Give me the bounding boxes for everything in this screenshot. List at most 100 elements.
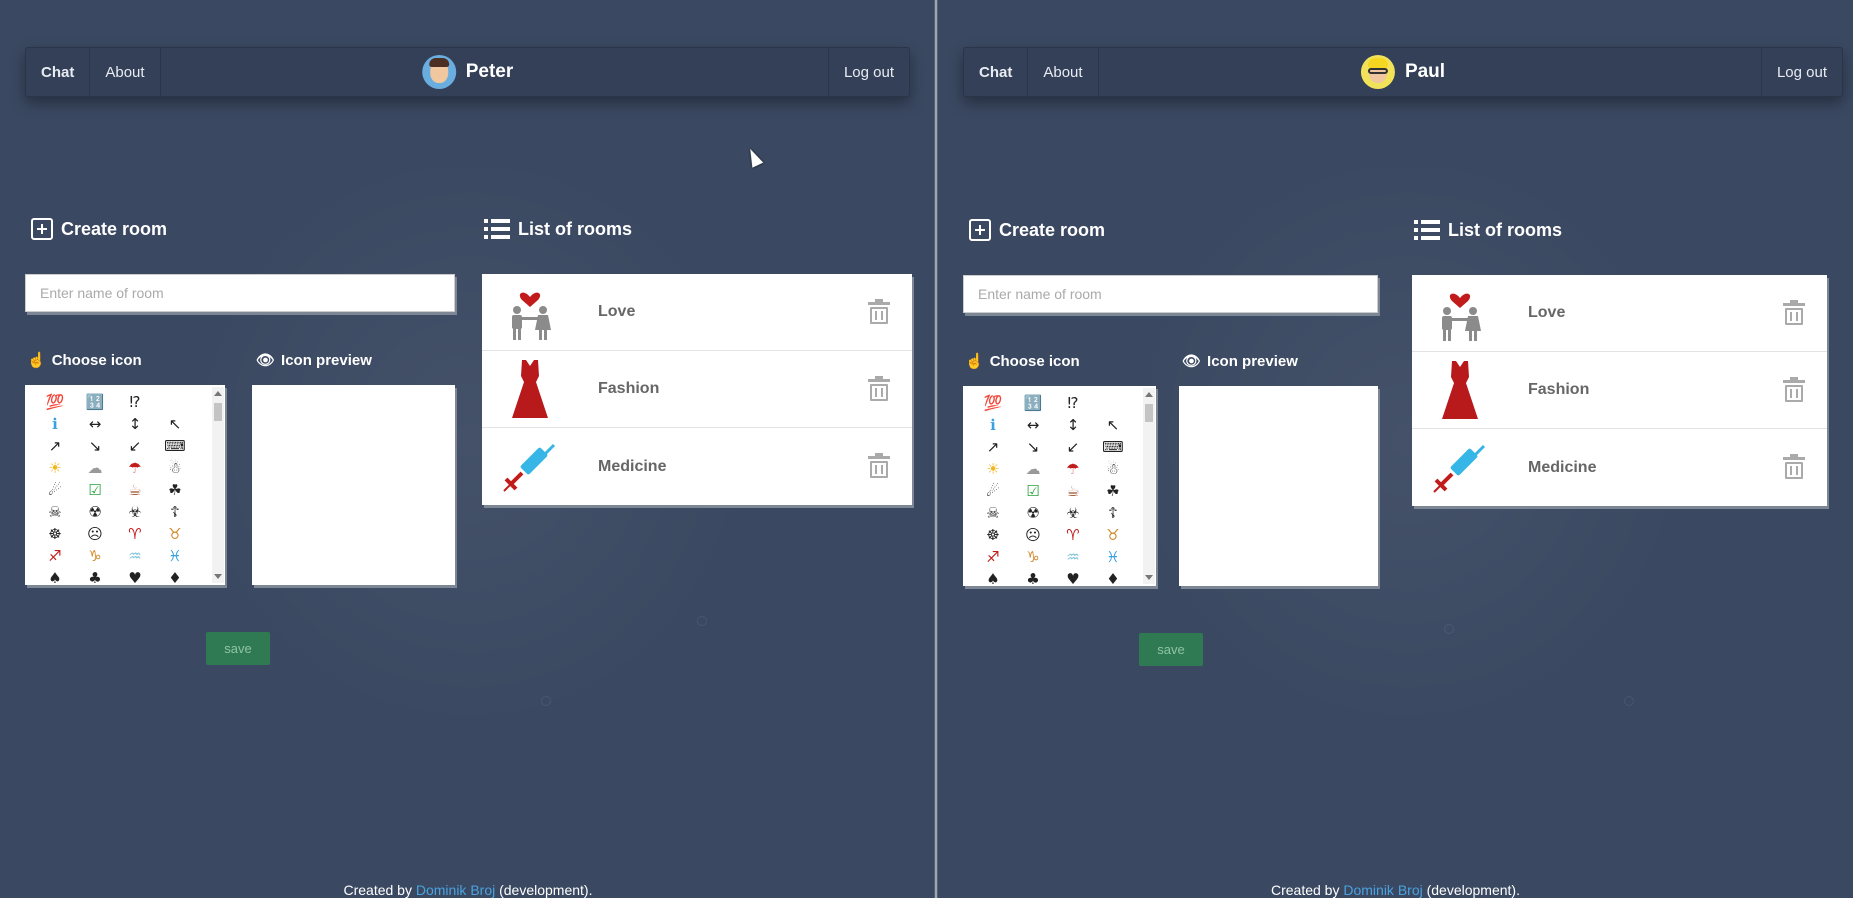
icon-chooser[interactable]: 💯 🔢 ⁉ ℹ ↔ ↕ ↖ ↗ ↘ ↙ ⌨ ☀ ☁ ☂ ☃ ☄ ☑ ☕ ☘ ☠ ☢ ☣ ☦ ☸ ☹ ♈ ♉ ♐ ♑ ♒ ♓ ♠ ♣ ♥ ♦ (25, 385, 225, 585)
room-item-love[interactable]: Love (482, 274, 912, 351)
palette-icon[interactable]: ☑ (75, 479, 115, 501)
palette-icon[interactable]: ↕ (1053, 414, 1093, 436)
palette-icon[interactable]: ☃ (1093, 458, 1133, 480)
palette-icon[interactable]: 🔢 (75, 391, 115, 413)
palette-icon[interactable]: ♐ (973, 546, 1013, 568)
palette-icon[interactable]: ♦ (155, 567, 195, 585)
author-link[interactable]: Dominik Broj (416, 882, 495, 898)
palette-icon[interactable]: ♈ (1053, 524, 1093, 546)
palette-icon[interactable]: ↙ (1053, 436, 1093, 458)
palette-icon[interactable]: ♉ (1093, 524, 1133, 546)
palette-icon[interactable]: ☸ (35, 523, 75, 545)
palette-icon[interactable]: ♈ (115, 523, 155, 545)
palette-icon[interactable]: ♠ (973, 568, 1013, 586)
palette-icon[interactable]: 💯 (973, 392, 1013, 414)
palette-icon[interactable] (1093, 392, 1133, 414)
palette-icon[interactable]: ♒ (115, 545, 155, 567)
palette-icon[interactable]: 💯 (35, 391, 75, 413)
palette-icon[interactable]: ☦ (1093, 502, 1133, 524)
palette-icon[interactable]: ☃ (155, 457, 195, 479)
palette-icon[interactable]: ♓ (1093, 546, 1133, 568)
palette-icon[interactable]: ♣ (75, 567, 115, 585)
author-link[interactable]: Dominik Broj (1343, 882, 1422, 898)
palette-icon[interactable]: ☹ (75, 523, 115, 545)
palette-icon[interactable]: ↔ (75, 413, 115, 435)
palette-icon[interactable]: ♓ (155, 545, 195, 567)
palette-icon[interactable]: ☑ (1013, 480, 1053, 502)
palette-icon[interactable]: ☄ (35, 479, 75, 501)
palette-icon[interactable]: ↖ (1093, 414, 1133, 436)
nav-about-link[interactable]: About (1028, 48, 1099, 96)
palette-icon[interactable]: ☠ (35, 501, 75, 523)
palette-icon[interactable]: ↗ (35, 435, 75, 457)
room-item-love[interactable]: Love (1412, 275, 1827, 352)
palette-icon[interactable]: ☘ (1093, 480, 1133, 502)
palette-icon[interactable]: ☕ (1053, 480, 1093, 502)
save-button[interactable]: save (1139, 633, 1203, 666)
palette-icon[interactable]: 🔢 (1013, 392, 1053, 414)
trash-icon[interactable] (1783, 454, 1805, 479)
palette-icon[interactable]: ☹ (1013, 524, 1053, 546)
palette-icon[interactable]: ☣ (1053, 502, 1093, 524)
palette-icon[interactable]: ♥ (115, 567, 155, 585)
icon-chooser-scrollbar[interactable] (1143, 388, 1155, 584)
trash-icon[interactable] (868, 299, 890, 324)
palette-icon[interactable]: ♐ (35, 545, 75, 567)
palette-icon[interactable]: ♠ (35, 567, 75, 585)
palette-icon[interactable]: ⌨ (155, 435, 195, 457)
palette-icon[interactable]: ⁉ (115, 391, 155, 413)
palette-icon[interactable]: ↕ (115, 413, 155, 435)
palette-icon[interactable]: ⌨ (1093, 436, 1133, 458)
palette-icon[interactable]: ↔ (1013, 414, 1053, 436)
trash-icon[interactable] (1783, 377, 1805, 402)
palette-icon[interactable]: ℹ (35, 413, 75, 435)
nav-about-link[interactable]: About (90, 48, 161, 96)
logout-link[interactable]: Log out (1760, 48, 1842, 96)
palette-icon[interactable]: ℹ (973, 414, 1013, 436)
palette-icon[interactable]: ☀ (973, 458, 1013, 480)
icon-chooser[interactable]: 💯 🔢 ⁉ ℹ ↔ ↕ ↖ ↗ ↘ ↙ ⌨ ☀ ☁ ☂ ☃ ☄ ☑ ☕ ☘ ☠ ☢ ☣ ☦ ☸ ☹ ♈ ♉ ♐ ♑ ♒ ♓ ♠ ♣ ♥ ♦ (963, 386, 1156, 586)
palette-icon[interactable]: ☘ (155, 479, 195, 501)
room-name-input[interactable] (963, 275, 1378, 313)
trash-icon[interactable] (1783, 300, 1805, 325)
palette-icon[interactable]: ↙ (115, 435, 155, 457)
palette-icon[interactable]: ☁ (75, 457, 115, 479)
palette-icon[interactable]: ↗ (973, 436, 1013, 458)
trash-icon[interactable] (868, 453, 890, 478)
palette-icon[interactable]: ♒ (1053, 546, 1093, 568)
palette-icon[interactable]: ☄ (973, 480, 1013, 502)
palette-icon[interactable]: ♣ (1013, 568, 1053, 586)
palette-icon[interactable]: ☕ (115, 479, 155, 501)
logout-link[interactable]: Log out (827, 48, 909, 96)
palette-icon[interactable]: ♦ (1093, 568, 1133, 586)
palette-icon[interactable]: ↖ (155, 413, 195, 435)
palette-icon[interactable]: ☸ (973, 524, 1013, 546)
room-name-input[interactable] (25, 274, 455, 312)
trash-icon[interactable] (868, 376, 890, 401)
palette-icon[interactable]: ☢ (75, 501, 115, 523)
palette-icon[interactable]: ☢ (1013, 502, 1053, 524)
save-button[interactable]: save (206, 632, 270, 665)
palette-icon[interactable]: ↘ (75, 435, 115, 457)
palette-icon[interactable]: ♑ (1013, 546, 1053, 568)
nav-chat-link[interactable]: Chat (964, 48, 1029, 96)
palette-icon[interactable]: ♑ (75, 545, 115, 567)
room-item-fashion[interactable]: Fashion (1412, 352, 1827, 429)
palette-icon[interactable]: ☀ (35, 457, 75, 479)
palette-icon[interactable]: ☠ (973, 502, 1013, 524)
palette-icon[interactable]: ♥ (1053, 568, 1093, 586)
palette-icon[interactable]: ↘ (1013, 436, 1053, 458)
palette-icon[interactable]: ☁ (1013, 458, 1053, 480)
palette-icon[interactable]: ⁉ (1053, 392, 1093, 414)
palette-icon[interactable]: ☂ (1053, 458, 1093, 480)
room-item-medicine[interactable]: Medicine (1412, 429, 1827, 506)
icon-chooser-scrollbar[interactable] (212, 387, 224, 583)
palette-icon[interactable]: ♉ (155, 523, 195, 545)
palette-icon[interactable]: ☣ (115, 501, 155, 523)
room-item-medicine[interactable]: Medicine (482, 428, 912, 505)
palette-icon[interactable]: ☦ (155, 501, 195, 523)
palette-icon[interactable] (155, 391, 195, 413)
palette-icon[interactable]: ☂ (115, 457, 155, 479)
nav-chat-link[interactable]: Chat (26, 48, 91, 96)
room-item-fashion[interactable]: Fashion (482, 351, 912, 428)
